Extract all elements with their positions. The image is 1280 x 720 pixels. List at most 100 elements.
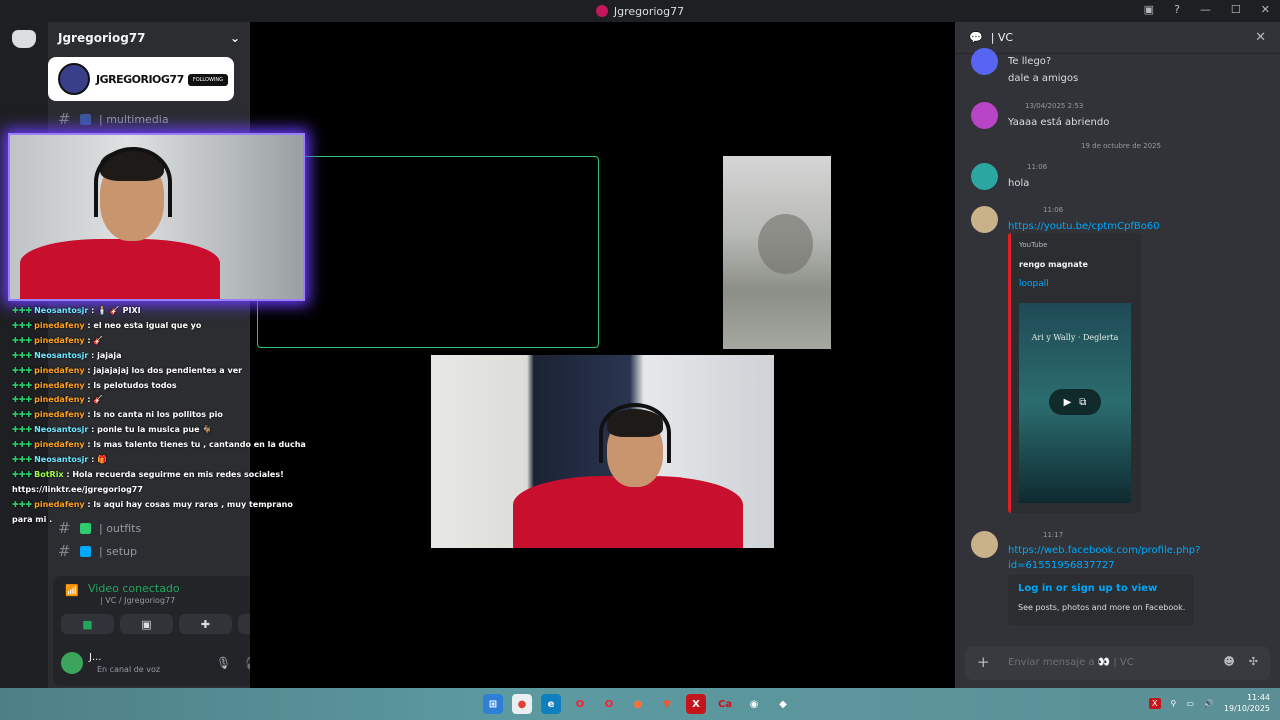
screen-share-icon: ▣ — [141, 617, 152, 631]
voice-text-chat: 💬 | VC ✕ Te llego? dale a amigos 13/04/2… — [955, 22, 1280, 688]
plus-icon[interactable]: + — [977, 653, 990, 671]
chat-message: : ponle tu la musica pue 🐐 — [88, 425, 213, 435]
close-icon[interactable]: ✕ — [1255, 30, 1266, 45]
chat-username: pinedafeny — [34, 440, 85, 450]
opera-gx-icon[interactable]: O — [570, 694, 590, 714]
close-button[interactable]: ✕ — [1261, 3, 1270, 16]
video-tile-blurred[interactable] — [723, 156, 831, 349]
chat-badge-icon: ✚✚✚ — [12, 469, 33, 479]
hash-icon: # — [58, 110, 71, 128]
network-icon[interactable]: ▭ — [1186, 699, 1194, 708]
chat-message: : ls no canta ni los pollitos pio — [84, 410, 223, 420]
embed-title-link[interactable]: loopall — [1019, 279, 1049, 289]
play-button[interactable]: ▶ ⧉ — [1049, 389, 1101, 415]
chat-title: | VC — [990, 31, 1014, 44]
embed-title-link[interactable]: Log in or sign up to view — [1018, 583, 1157, 594]
activities-icon: ✚ — [200, 617, 211, 631]
message-link[interactable]: https://web.facebook.com/profile.php? — [1008, 545, 1200, 556]
channel-multimedia[interactable]: # | multimedia — [58, 110, 169, 128]
help-icon[interactable]: ? — [1174, 3, 1180, 16]
server-header[interactable]: Jgregoriog77 ⌄ — [48, 22, 250, 54]
chat-line: ✚✚✚ Neosantosjr : 🕯️ 🎸 PIXI — [12, 304, 312, 319]
composer-placeholder: Enviar mensaje a 👀 | VC — [1008, 657, 1134, 668]
chat-badge-icon: ✚✚✚ — [12, 410, 33, 420]
streamer-name: JGREGORIOG77 — [96, 73, 184, 86]
video-thumbnail[interactable]: Ari y Wally · Deglerta ▶ ⧉ — [1019, 303, 1131, 503]
usb-icon[interactable]: ⚲ — [1171, 699, 1177, 708]
discord-icon[interactable]: ◆ — [773, 694, 793, 714]
edge-icon[interactable]: e — [541, 694, 561, 714]
apps-icon[interactable]: ✣ — [1249, 655, 1258, 668]
voice-channel-path[interactable]: | VC / Jgregoriog77 — [100, 596, 175, 605]
chat-line: ✚✚✚ pinedafeny : ls aqui hay cosas muy ra… — [12, 498, 312, 528]
embed-author[interactable]: rengo magnate — [1019, 260, 1088, 269]
obs-icon[interactable]: ◉ — [744, 694, 764, 714]
discord-home-icon[interactable] — [12, 30, 36, 48]
user-status: En canal de voz — [97, 665, 161, 674]
chat-username: pinedafeny — [34, 410, 85, 420]
avatar[interactable] — [971, 531, 998, 558]
message-composer[interactable]: + Enviar mensaje a 👀 | VC ☻ ✣ — [965, 646, 1270, 680]
activities-button[interactable]: ✚ — [179, 614, 232, 634]
message-link[interactable]: id=61551956837727 — [1008, 560, 1115, 571]
server-name: Jgregoriog77 — [58, 31, 146, 45]
embed-provider: YouTube — [1019, 241, 1048, 249]
x-app-icon[interactable]: X — [686, 694, 706, 714]
chat-badge-icon: ✚✚✚ — [12, 320, 33, 330]
volume-icon[interactable]: 🔊 — [1204, 699, 1214, 708]
open-external-icon: ⧉ — [1079, 396, 1087, 408]
cast-icon[interactable]: Ca — [715, 694, 735, 714]
window-title: Jgregoriog77 — [595, 5, 684, 18]
clock[interactable]: 11:44 19/10/2025 — [1224, 692, 1270, 714]
message-timestamp: 11:06 — [1043, 206, 1064, 214]
message-link[interactable]: https://youtu.be/cptmCpfBo60 — [1008, 221, 1160, 232]
brave-icon[interactable]: ▼ — [657, 694, 677, 714]
avatar[interactable] — [971, 206, 998, 233]
avatar[interactable] — [971, 102, 998, 129]
message-timestamp: 11:17 — [1043, 531, 1064, 539]
firefox-icon[interactable]: ● — [628, 694, 648, 714]
avatar[interactable] — [61, 652, 83, 674]
chrome-icon[interactable]: ● — [512, 694, 532, 714]
chat-line: ✚✚✚ Neosantosjr : ponle tu la musica pue … — [12, 423, 312, 438]
server-icon — [595, 5, 608, 17]
chat-username: pinedafeny — [34, 320, 85, 330]
windows-start-icon[interactable]: ⊞ — [483, 694, 503, 714]
microphone-icon[interactable]: 🎙 — [216, 656, 231, 670]
emoji-icon[interactable]: ☻ — [1223, 655, 1234, 668]
opera-icon[interactable]: O — [599, 694, 619, 714]
chat-line: ✚✚✚ pinedafeny : 🎸 — [12, 393, 312, 408]
chat-username: pinedafeny — [34, 335, 85, 345]
youtube-embed: YouTube rengo magnate loopall Ari y Wall… — [1008, 233, 1141, 513]
chat-username: pinedafeny — [34, 499, 85, 509]
video-tile-camera[interactable] — [431, 355, 774, 548]
chat-badge-icon: ✚✚✚ — [12, 455, 33, 465]
chat-message: : el neo esta igual que yo — [84, 320, 202, 330]
window-controls: ▣ ? — ☐ ✕ — [1144, 3, 1270, 16]
voice-status: Video conectado — [88, 582, 180, 595]
screen-share-button[interactable]: ▣ — [120, 614, 173, 634]
tray-app-icon[interactable]: X — [1149, 697, 1161, 709]
chat-line: ✚✚✚ pinedafeny : el neo esta igual que yo — [12, 319, 312, 334]
chat-username: pinedafeny — [34, 365, 85, 375]
avatar[interactable] — [971, 48, 998, 75]
chat-message: : 🎸 — [84, 395, 104, 405]
camera-button[interactable]: ■ — [61, 614, 114, 634]
chat-username: Neosantosjr — [34, 425, 89, 435]
maximize-button[interactable]: ☐ — [1231, 3, 1241, 16]
inbox-icon[interactable]: ▣ — [1144, 3, 1154, 16]
avatar[interactable] — [971, 163, 998, 190]
chat-message: : 🕯️ 🎸 PIXI — [88, 306, 141, 315]
chat-bubble-icon: 💬 — [969, 31, 983, 44]
minimize-button[interactable]: — — [1200, 3, 1211, 16]
stream-chat-overlay: ✚✚✚ Neosantosjr : 🕯️ 🎸 PIXI ✚✚✚ pinedafeny … — [12, 304, 312, 528]
chat-badge-icon: ✚✚✚ — [12, 335, 33, 345]
channel-setup[interactable]: # | setup — [58, 542, 137, 560]
chat-line: https://linktr.ee/jgregoriog77 — [12, 483, 312, 498]
chat-message: : 🎸 — [84, 335, 104, 345]
chat-line: ✚✚✚ BotRix : Hola recuerda seguirme en mi… — [12, 468, 312, 483]
chat-badge-icon: ✚✚✚ — [12, 425, 33, 435]
chat-badge-icon: ✚✚✚ — [12, 499, 33, 509]
person-body — [20, 239, 220, 299]
channel-emoji-icon — [80, 113, 91, 125]
